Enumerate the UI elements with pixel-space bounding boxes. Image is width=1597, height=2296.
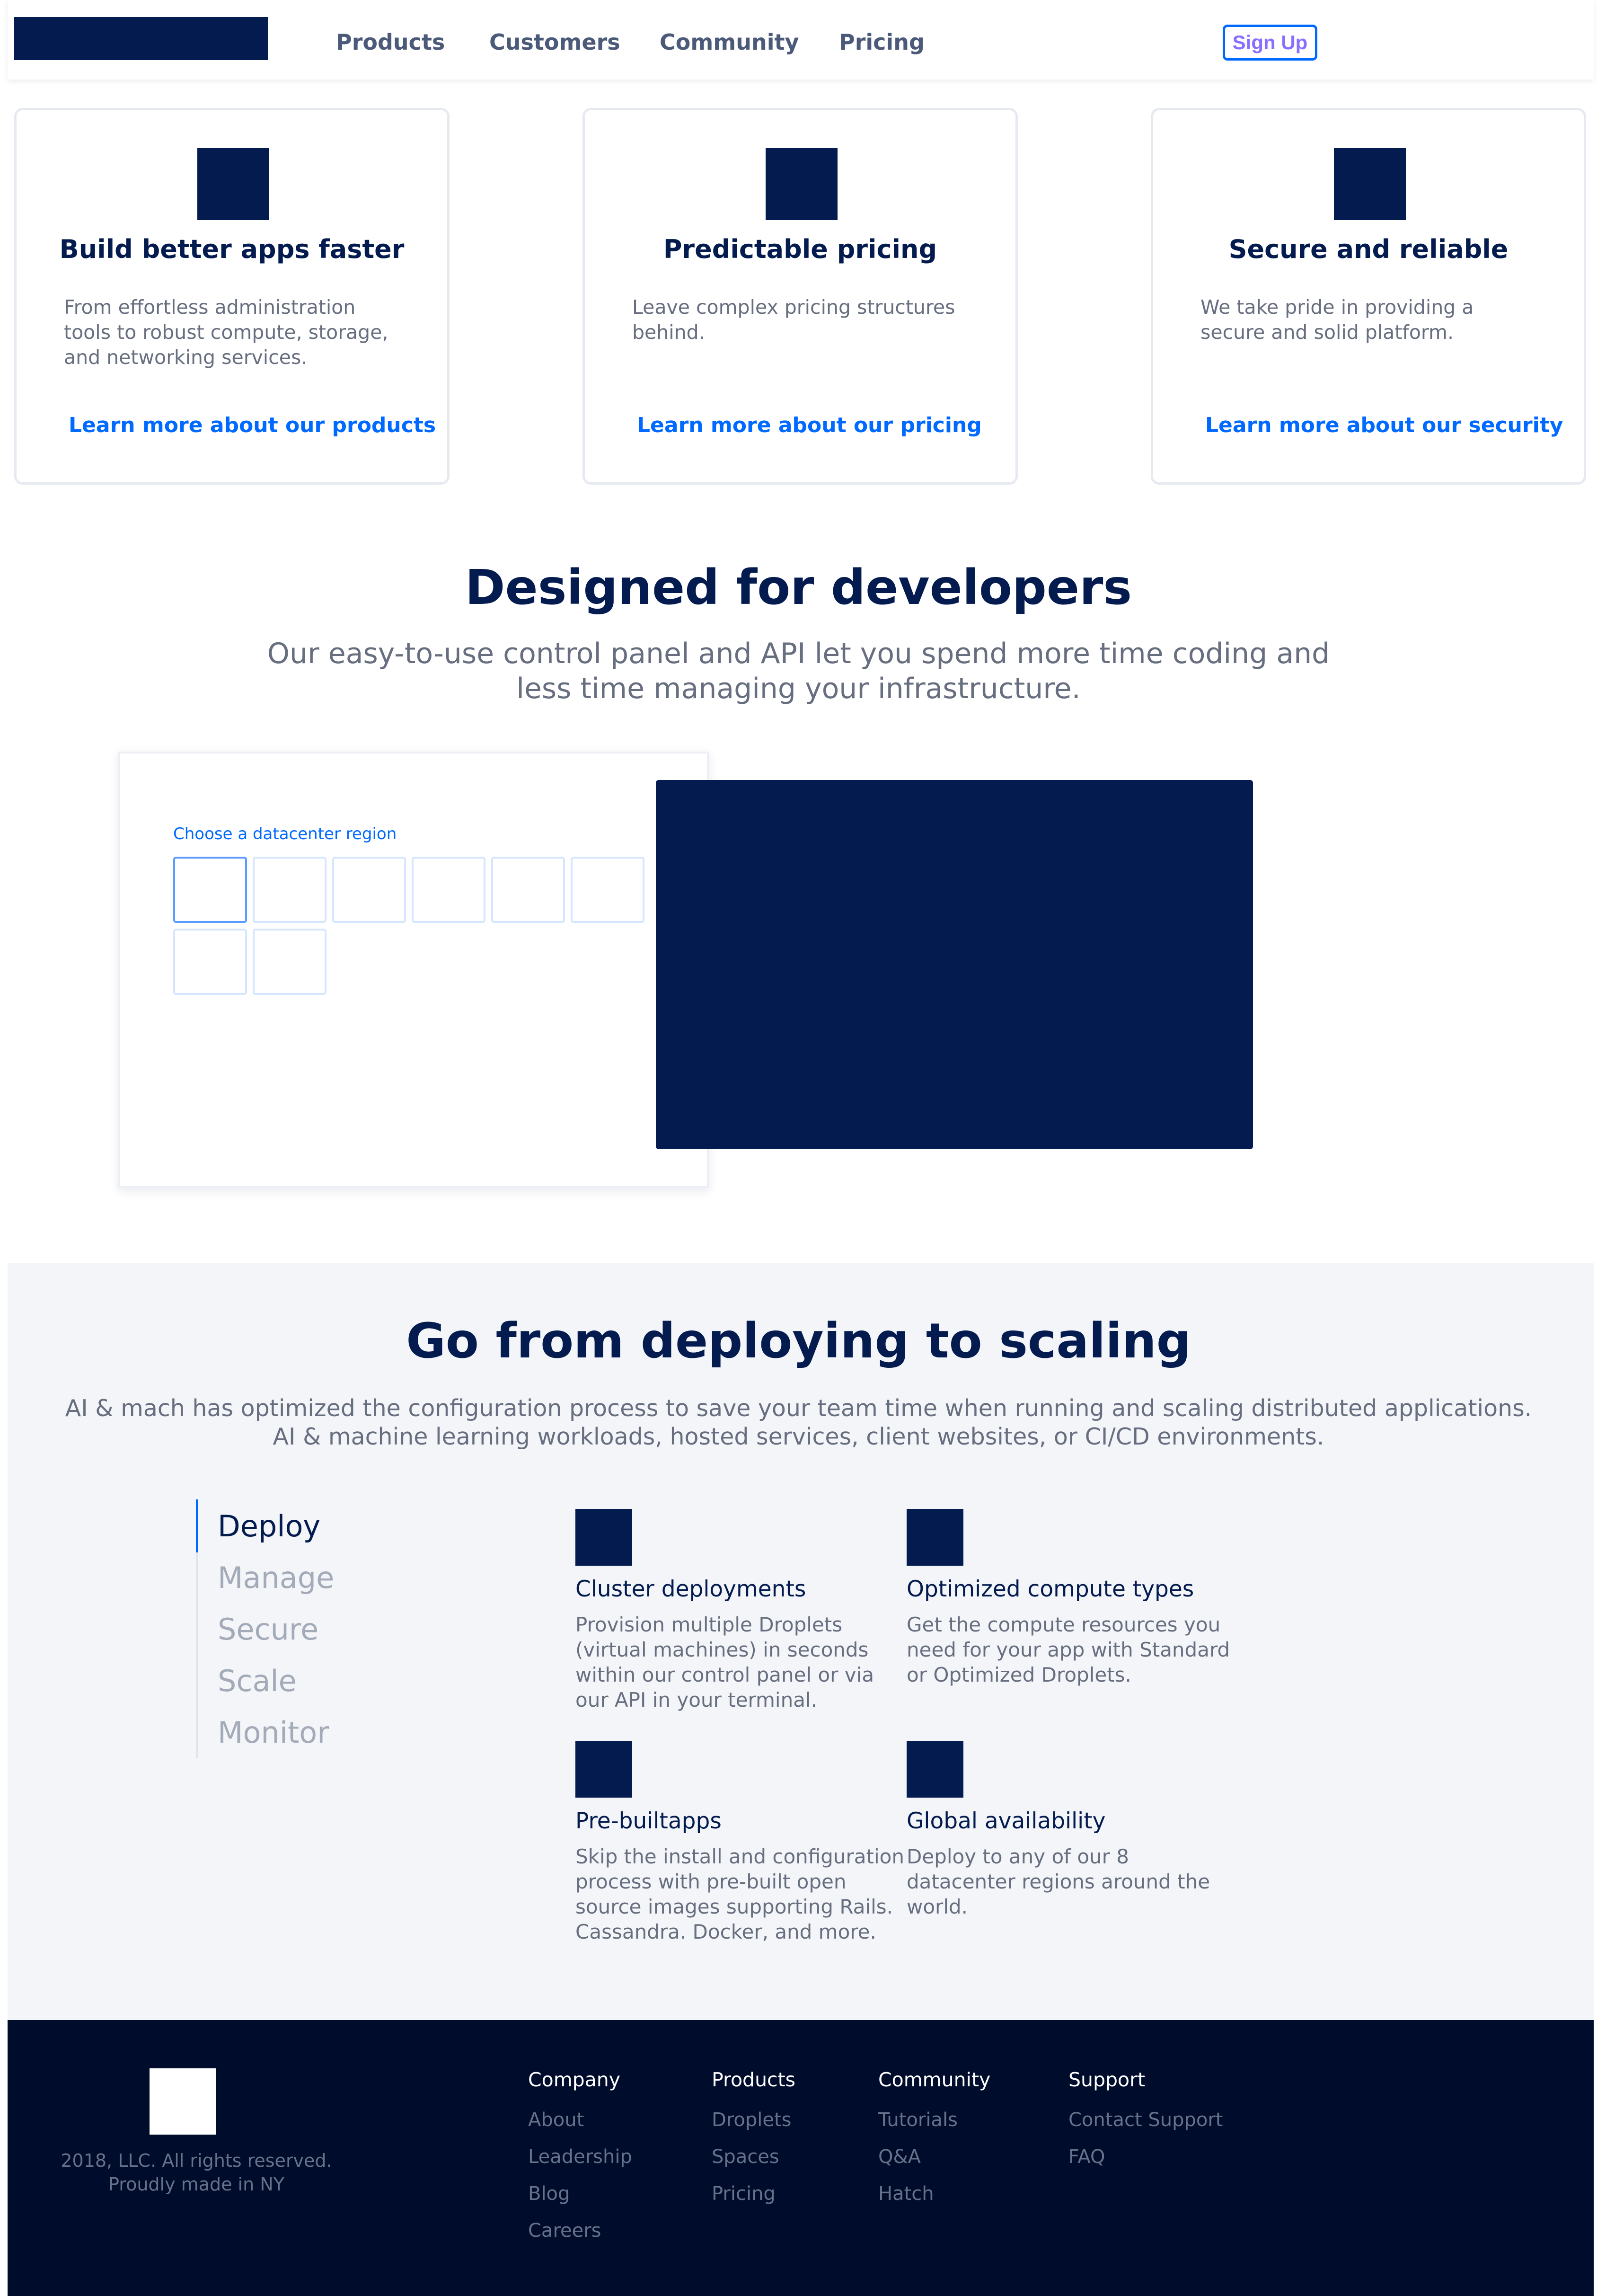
region-option[interactable] [491, 857, 565, 923]
shield-icon [1334, 148, 1406, 220]
footer-link-spaces[interactable]: Spaces [712, 2146, 779, 2168]
region-option[interactable] [253, 857, 326, 923]
feature-description: Deploy to any of our 8 datacenter region… [907, 1845, 1210, 1918]
card-description: Leave complex pricing structures behind. [632, 296, 955, 344]
learn-more-products-link[interactable]: Learn more about our products [69, 413, 436, 437]
active-tab-indicator [196, 1499, 198, 1552]
copyright-text: 2018, LLC. All rights reserved. [61, 2150, 332, 2171]
nav-link-customers[interactable]: Customers [489, 29, 620, 55]
globe-icon [907, 1741, 963, 1798]
tab-manage[interactable]: Manage [218, 1560, 334, 1595]
footer-link-about[interactable]: About [528, 2109, 584, 2131]
footer-link-droplets[interactable]: Droplets [712, 2109, 791, 2131]
card-description: We take pride in providing a secure and … [1200, 296, 1474, 344]
footer-link-contact-support[interactable]: Contact Support [1068, 2109, 1223, 2131]
card-description: From effortless administration tools to … [64, 296, 388, 369]
footer-link-faq[interactable]: FAQ [1068, 2146, 1105, 2168]
footer-link-tutorials[interactable]: Tutorials [878, 2109, 958, 2131]
nav-link-community[interactable]: Community [660, 29, 799, 55]
footer-heading-company: Company [528, 2068, 621, 2091]
nav-link-pricing[interactable]: Pricing [839, 29, 925, 55]
footer-link-careers[interactable]: Careers [528, 2220, 601, 2242]
apps-icon [197, 148, 269, 220]
tab-scale[interactable]: Scale [218, 1664, 297, 1698]
feature-description: Skip the install and configuration proce… [575, 1845, 904, 1943]
top-nav [8, 0, 1594, 80]
apps-icon [575, 1741, 632, 1798]
feature-card-products: Build better apps faster From effortless… [14, 108, 450, 485]
logo[interactable] [14, 17, 268, 60]
footer-copyright: 2018, LLC. All rights reserved. Proudly … [47, 2149, 345, 2196]
footer-link-blog[interactable]: Blog [528, 2183, 570, 2205]
region-option[interactable] [173, 929, 247, 995]
region-option[interactable] [412, 857, 485, 923]
made-in-text: Proudly made in NY [108, 2174, 284, 2195]
footer-heading-products: Products [712, 2068, 796, 2091]
tab-deploy[interactable]: Deploy [218, 1509, 320, 1543]
section-title-developers: Designed for developers [465, 559, 1132, 616]
footer-link-pricing[interactable]: Pricing [712, 2183, 776, 2205]
region-option[interactable] [173, 857, 247, 923]
datacenter-region-label: Choose a datacenter region [173, 824, 397, 843]
footer-logo[interactable] [150, 2068, 216, 2135]
feature-title: Cluster deployments [575, 1576, 806, 1602]
card-title: Secure and reliable [1228, 234, 1509, 264]
tab-secure[interactable]: Secure [218, 1612, 318, 1647]
footer-link-leadership[interactable]: Leadership [528, 2146, 632, 2168]
feature-title: Optimized compute types [907, 1576, 1194, 1602]
region-option[interactable] [332, 857, 406, 923]
footer-heading-community: Community [878, 2068, 991, 2091]
feature-description: Provision multiple Droplets (virtual mac… [575, 1613, 874, 1711]
region-option[interactable] [571, 857, 644, 923]
pricing-icon [766, 148, 838, 220]
learn-more-security-link[interactable]: Learn more about our security [1205, 413, 1563, 437]
control-panel-mockup: Choose a datacenter region [118, 752, 709, 1188]
tab-monitor[interactable]: Monitor [218, 1715, 329, 1750]
footer-link-qa[interactable]: Q&A [878, 2146, 921, 2168]
section-subtitle-developers: Our easy-to-use control panel and API le… [267, 637, 1330, 705]
card-title: Predictable pricing [663, 234, 937, 264]
cluster-icon [575, 1509, 632, 1566]
region-option[interactable] [253, 929, 326, 995]
feature-card-pricing: Predictable pricing Leave complex pricin… [582, 108, 1018, 485]
footer-heading-support: Support [1068, 2068, 1146, 2091]
feature-description: Get the compute resources you need for y… [907, 1613, 1230, 1686]
compute-icon [907, 1509, 963, 1566]
terminal-screen [656, 780, 1253, 1149]
feature-title: Pre-builtapps [575, 1808, 722, 1834]
learn-more-pricing-link[interactable]: Learn more about our pricing [637, 413, 982, 437]
feature-card-security: Secure and reliable We take pride in pro… [1151, 108, 1586, 485]
section-title-scaling: Go from deploying to scaling [406, 1313, 1191, 1369]
section-subtitle-scaling: AI & mach has optimized the configuratio… [65, 1395, 1532, 1450]
nav-link-products[interactable]: Products [336, 29, 445, 55]
feature-title: Global availability [907, 1808, 1106, 1834]
card-title: Build better apps faster [59, 234, 405, 264]
sign-up-button[interactable]: Sign Up [1223, 25, 1317, 61]
footer-link-hatch[interactable]: Hatch [878, 2183, 934, 2205]
